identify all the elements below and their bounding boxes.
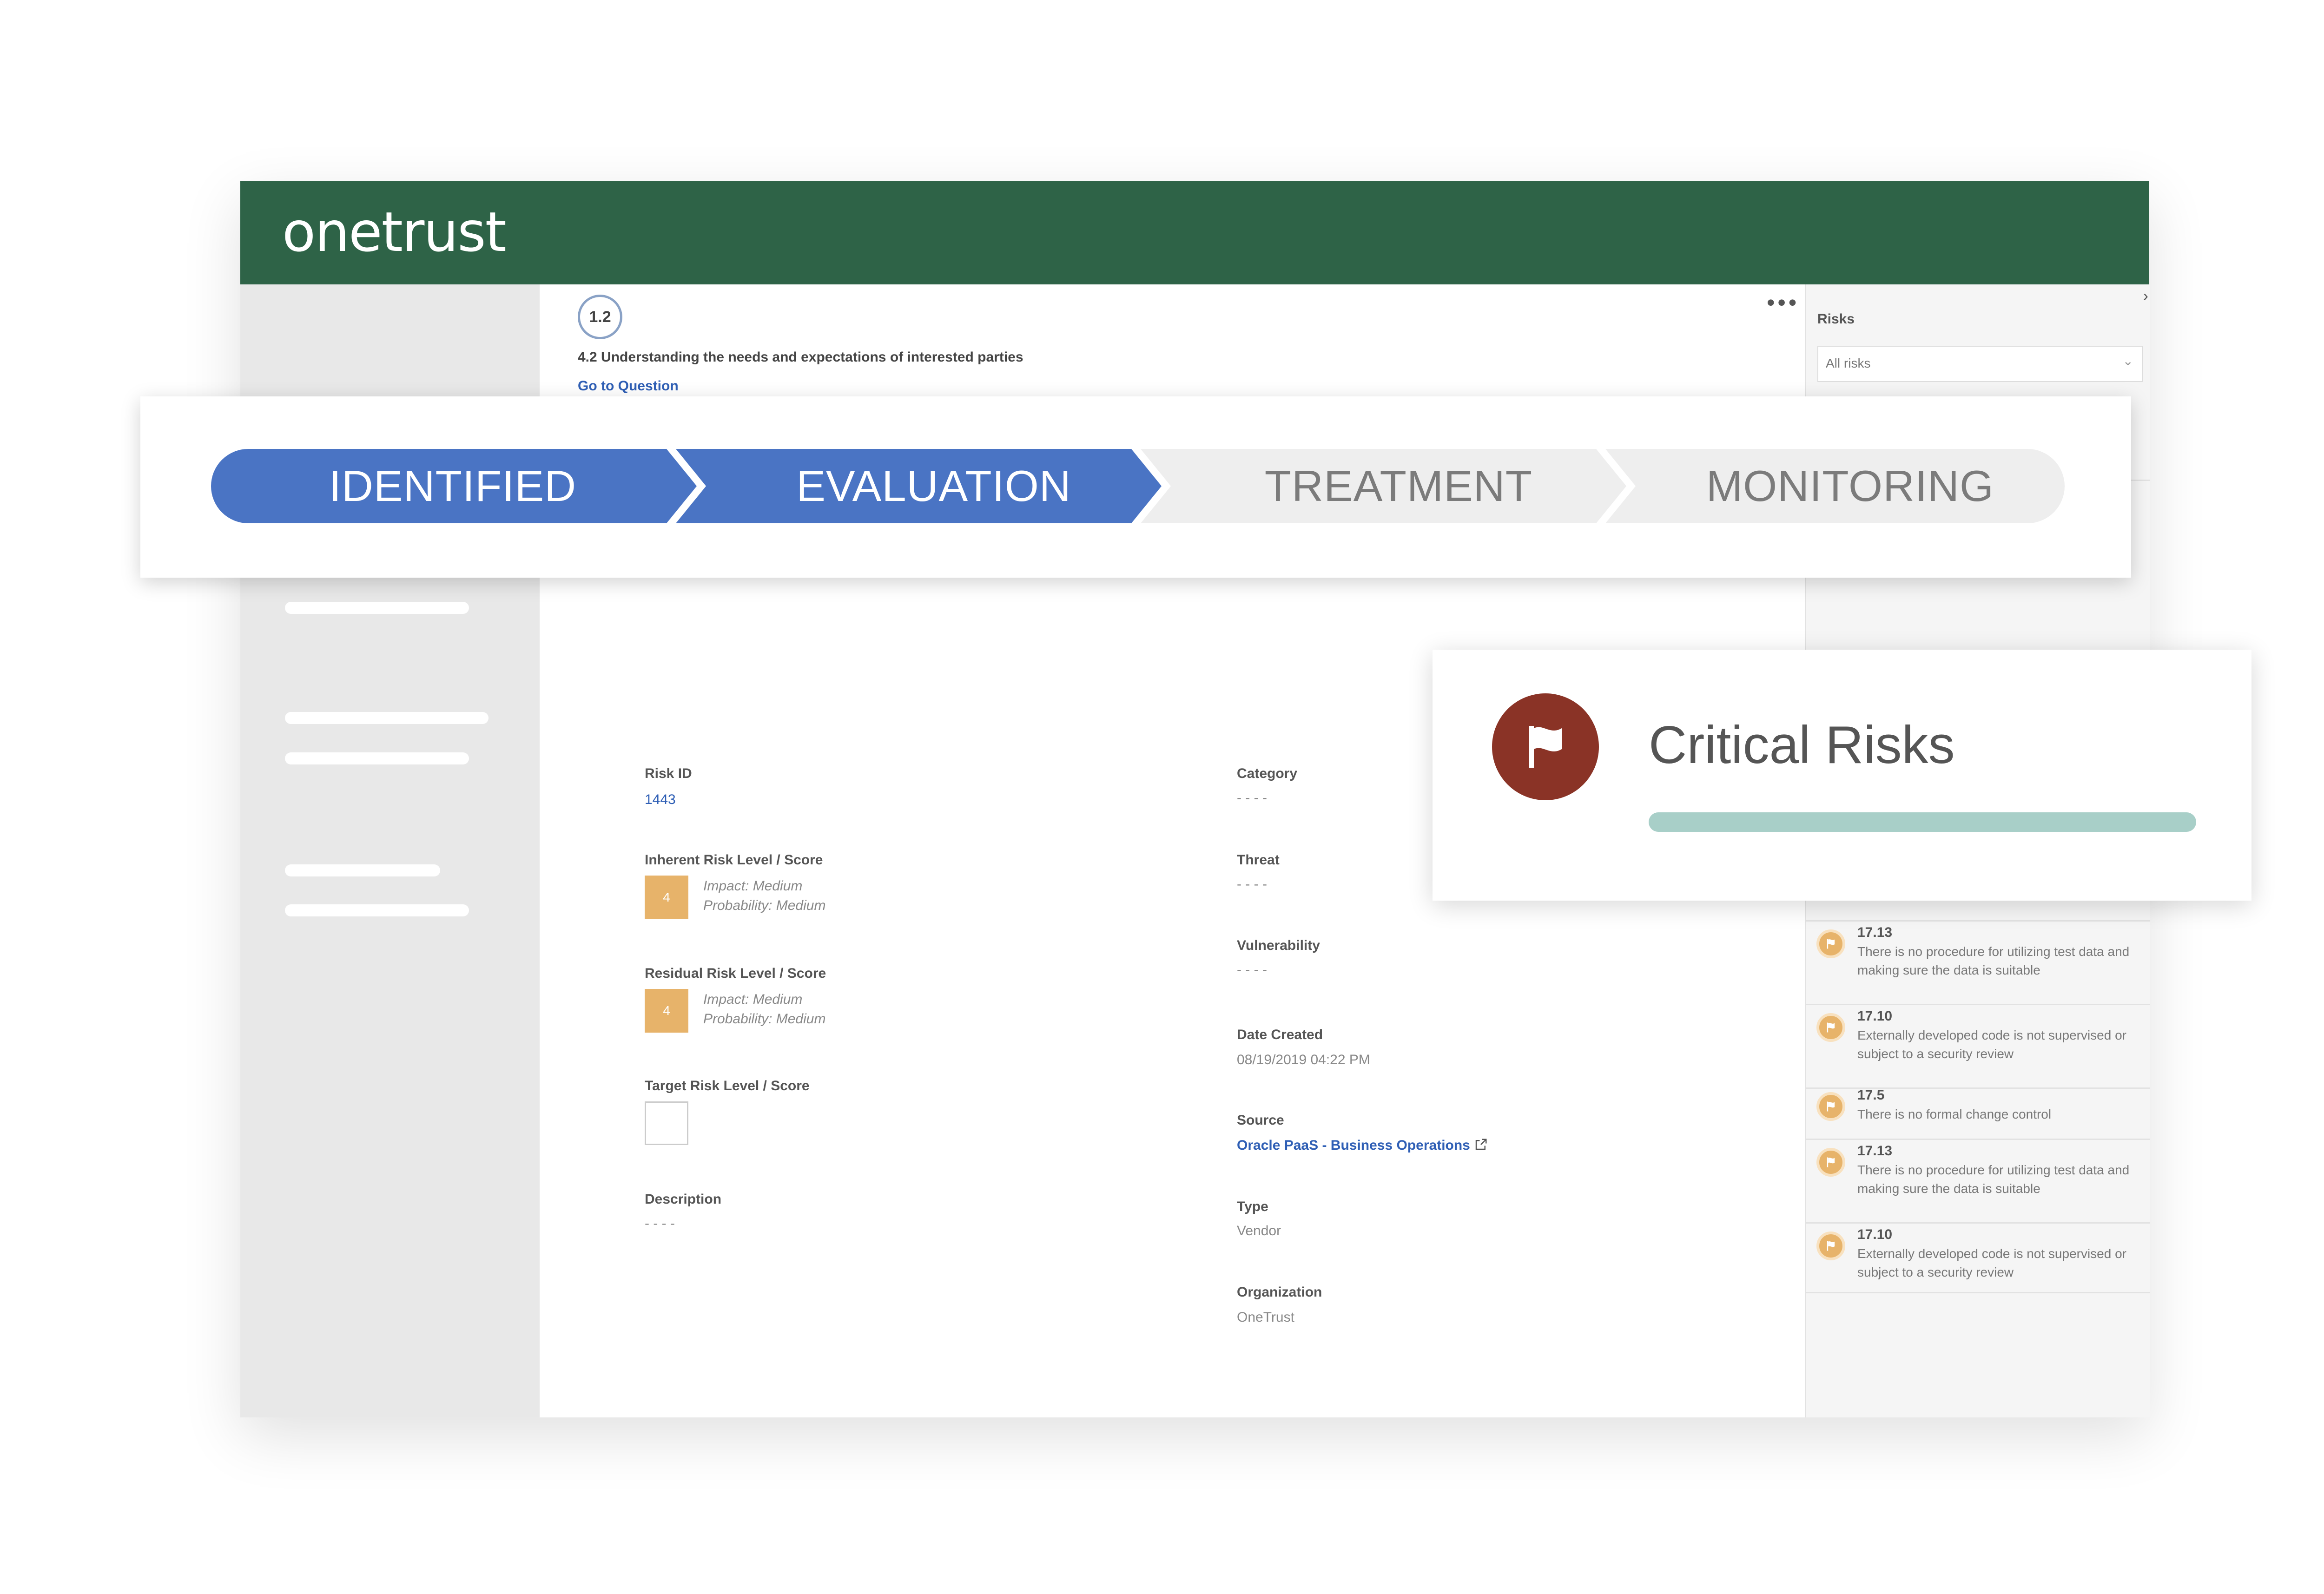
risk-description: Externally developed code is not supervi… (1857, 1028, 2127, 1061)
source-link[interactable]: Oracle PaaS - Business Operations (1237, 1138, 1488, 1153)
residual-score-detail: Impact: Medium Probability: Medium (703, 990, 825, 1029)
risks-filter-value: All risks (1826, 356, 1871, 370)
external-link-icon (1475, 1139, 1487, 1150)
category-value: - - - - (1237, 790, 1267, 805)
sidebar-placeholder-line[interactable] (285, 864, 440, 876)
date-created-label: Date Created (1237, 1027, 1323, 1042)
residual-risk-label: Residual Risk Level / Score (645, 966, 826, 981)
inherent-probability: Probability: Medium (703, 898, 826, 913)
critical-risks-progress-bar (1649, 812, 2196, 832)
stage-identified[interactable]: IDENTIFIED (211, 449, 694, 523)
threat-label: Threat (1237, 852, 1280, 868)
risk-description: There is no procedure for utilizing test… (1857, 1163, 2130, 1196)
type-value: Vendor (1237, 1223, 1281, 1238)
organization-value: OneTrust (1237, 1310, 1294, 1325)
threat-value: - - - - (1237, 876, 1267, 892)
flag-icon (1816, 1092, 1845, 1121)
sidebar-placeholder-line[interactable] (285, 712, 489, 724)
critical-risks-card[interactable]: Critical Risks (1433, 650, 2251, 901)
sidebar-placeholder-line[interactable] (285, 904, 469, 916)
risk-id: 17.10 (1857, 1008, 1893, 1024)
stage-banner: IDENTIFIED EVALUATION TREATMENT MONITORI… (140, 396, 2131, 578)
flag-icon (1816, 1232, 1845, 1260)
risk-list-item[interactable]: 17.10 Externally developed code is not su… (1806, 1008, 2150, 1089)
risk-id-value[interactable]: 1443 (645, 792, 676, 808)
sidebar-placeholder-line[interactable] (285, 602, 469, 614)
type-label: Type (1237, 1199, 1268, 1214)
flag-icon (1816, 1148, 1845, 1177)
stage-evaluation[interactable]: EVALUATION (706, 449, 1162, 523)
flag-icon (1492, 693, 1599, 800)
target-risk-label: Target Risk Level / Score (645, 1078, 810, 1093)
onetrust-logo: onetrust (282, 200, 507, 264)
sidebar-placeholder-line[interactable] (285, 752, 469, 764)
risk-list-item[interactable]: 17.10 Externally developed code is not su… (1806, 1227, 2150, 1293)
critical-risks-progress-track (1649, 812, 2196, 832)
stage-treatment[interactable]: TREATMENT (1171, 449, 1626, 523)
source-link-text[interactable]: Oracle PaaS - Business Operations (1237, 1138, 1470, 1153)
risks-panel-title: Risks (1817, 311, 1855, 327)
chevron-down-icon: ⌄ (2122, 354, 2133, 368)
target-score-box[interactable] (645, 1101, 688, 1145)
app-header: onetrust (240, 181, 2149, 284)
inherent-impact: Impact: Medium (703, 878, 803, 894)
question-title: 4.2 Understanding the needs and expectat… (578, 349, 1023, 365)
risk-description: There is no procedure for utilizing test… (1857, 944, 2130, 977)
risk-list-item[interactable]: 17.13 There is no procedure for utilizing… (1806, 925, 2150, 1005)
description-value: - - - - (645, 1216, 675, 1231)
residual-impact: Impact: Medium (703, 992, 803, 1007)
description-label: Description (645, 1192, 722, 1207)
risks-filter-select[interactable]: All risks ⌄ (1817, 346, 2143, 382)
vulnerability-label: Vulnerability (1237, 938, 1320, 953)
flag-icon (1816, 929, 1845, 958)
residual-probability: Probability: Medium (703, 1011, 826, 1027)
risk-id: 17.5 (1857, 1087, 1885, 1103)
risk-id: 17.13 (1857, 925, 1893, 940)
stage-monitoring[interactable]: MONITORING (1636, 449, 2065, 523)
residual-score-badge: 4 (645, 989, 688, 1033)
risk-id-label: Risk ID (645, 766, 692, 781)
vulnerability-value: - - - - (1237, 962, 1267, 977)
risk-list-item[interactable]: 17.13 There is no procedure for utilizing… (1806, 1143, 2150, 1224)
risk-description: Externally developed code is not supervi… (1857, 1246, 2127, 1279)
close-icon[interactable]: › (2143, 287, 2148, 305)
organization-label: Organization (1237, 1284, 1322, 1300)
risk-id: 17.10 (1857, 1227, 1893, 1242)
inherent-risk-label: Inherent Risk Level / Score (645, 852, 823, 868)
risk-description: There is no formal change control (1857, 1107, 2052, 1121)
date-created-value: 08/19/2019 04:22 PM (1237, 1052, 1370, 1067)
go-to-question-link[interactable]: Go to Question (578, 378, 679, 394)
critical-risks-title: Critical Risks (1649, 716, 1955, 775)
risk-list-item[interactable]: 17.5 There is no formal change control (1806, 1087, 2150, 1140)
source-label: Source (1237, 1113, 1284, 1128)
risk-id: 17.13 (1857, 1143, 1893, 1159)
flag-icon (1816, 1013, 1845, 1042)
category-label: Category (1237, 766, 1298, 781)
inherent-score-badge: 4 (645, 876, 688, 919)
inherent-score-detail: Impact: Medium Probability: Medium (703, 876, 825, 916)
ellipsis-icon[interactable]: • • • (1767, 289, 1796, 316)
question-number-badge: 1.2 (578, 295, 622, 339)
